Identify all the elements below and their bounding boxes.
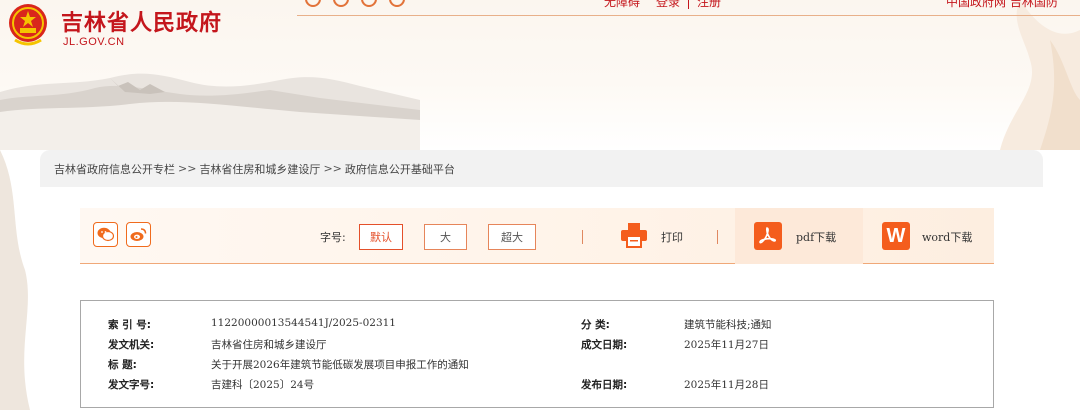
document-info-table: 索 引 号: 11220000013544541J/2025-02311 分 类…	[80, 300, 994, 408]
weibo-share-button[interactable]	[126, 222, 151, 247]
info-row: 标 题: 关于开展2026年建筑节能低碳发展项目申报工作的通知	[81, 357, 993, 375]
tool-icon[interactable]	[333, 0, 349, 7]
published-date-label: 发布日期:	[581, 379, 628, 391]
wechat-share-button[interactable]	[93, 222, 118, 247]
created-date-label: 成文日期:	[581, 339, 628, 351]
decorative-rock-art	[1000, 0, 1080, 150]
word-download-label[interactable]: word下载	[922, 229, 972, 245]
national-emblem-icon	[9, 4, 47, 46]
category-label: 分 类:	[581, 319, 610, 331]
doc-number-value: 吉建科〔2025〕24号	[211, 379, 315, 391]
tool-icon[interactable]	[361, 0, 377, 7]
breadcrumb-item-platform[interactable]: 政府信息公开基础平台	[345, 161, 455, 177]
header-banner: 吉林省人民政府 JL.GOV.CN 无障碍 登录 注册 中国政府网 吉林国防	[0, 0, 1080, 150]
created-date-value: 2025年11月27日	[684, 339, 769, 351]
toolbar-separator	[717, 230, 718, 244]
breadcrumb-item-housing-dept[interactable]: 吉林省住房和城乡建设厅	[199, 161, 320, 177]
issuer-value: 吉林省住房和城乡建设厅	[211, 339, 327, 351]
breadcrumb-separator: >>	[323, 162, 342, 175]
index-label: 索 引 号:	[108, 319, 152, 331]
tool-icon[interactable]	[305, 0, 321, 7]
header-divider	[297, 15, 1080, 16]
info-row: 发文机关: 吉林省住房和城乡建设厅 成文日期: 2025年11月27日	[81, 337, 993, 355]
doc-number-label: 发文字号:	[108, 379, 155, 391]
font-size-default-button[interactable]: 默认	[359, 224, 403, 250]
info-row: 索 引 号: 11220000013544541J/2025-02311 分 类…	[81, 317, 993, 335]
info-row: 发文字号: 吉建科〔2025〕24号 发布日期: 2025年11月28日	[81, 377, 993, 395]
word-icon[interactable]: W	[882, 222, 910, 250]
font-size-large-button[interactable]: 大	[424, 224, 467, 250]
pdf-download-label[interactable]: pdf下载	[796, 229, 836, 245]
title-label: 标 题:	[108, 359, 137, 371]
font-size-xlarge-button[interactable]: 超大	[488, 224, 536, 250]
wechat-icon	[97, 227, 114, 242]
top-right-links[interactable]: 中国政府网 吉林国防	[946, 0, 1058, 10]
tool-icon[interactable]	[389, 0, 405, 7]
print-label[interactable]: 打印	[661, 229, 683, 245]
top-nav: 无障碍 登录 注册	[596, 0, 729, 10]
category-value: 建筑节能科技;通知	[684, 319, 772, 331]
published-date-value: 2025年11月28日	[684, 379, 769, 391]
toolbar-separator	[582, 230, 583, 244]
nav-login[interactable]: 登录	[648, 0, 688, 10]
site-name[interactable]: 吉林省人民政府	[61, 5, 222, 37]
breadcrumb-item-gov-info[interactable]: 吉林省政府信息公开专栏	[54, 161, 175, 177]
site-domain: JL.GOV.CN	[63, 36, 125, 48]
nav-accessibility[interactable]: 无障碍	[596, 0, 648, 10]
breadcrumb: 吉林省政府信息公开专栏 >> 吉林省住房和城乡建设厅 >> 政府信息公开基础平台	[40, 150, 1043, 187]
index-value: 11220000013544541J/2025-02311	[211, 317, 396, 329]
accessibility-icons	[305, 0, 405, 7]
mountain-illustration	[0, 73, 420, 150]
weibo-icon	[130, 228, 147, 241]
issuer-label: 发文机关:	[108, 339, 155, 351]
nav-register[interactable]: 注册	[689, 0, 729, 10]
font-size-label: 字号:	[320, 231, 346, 244]
title-value: 关于开展2026年建筑节能低碳发展项目申报工作的通知	[211, 359, 469, 371]
breadcrumb-separator: >>	[178, 162, 197, 175]
pdf-icon[interactable]	[754, 222, 782, 250]
printer-icon[interactable]	[620, 222, 648, 248]
decorative-side-art	[0, 150, 30, 410]
article-toolbar: 字号: 默认 大 超大 打印 pdf下载 W word下载	[80, 208, 994, 264]
